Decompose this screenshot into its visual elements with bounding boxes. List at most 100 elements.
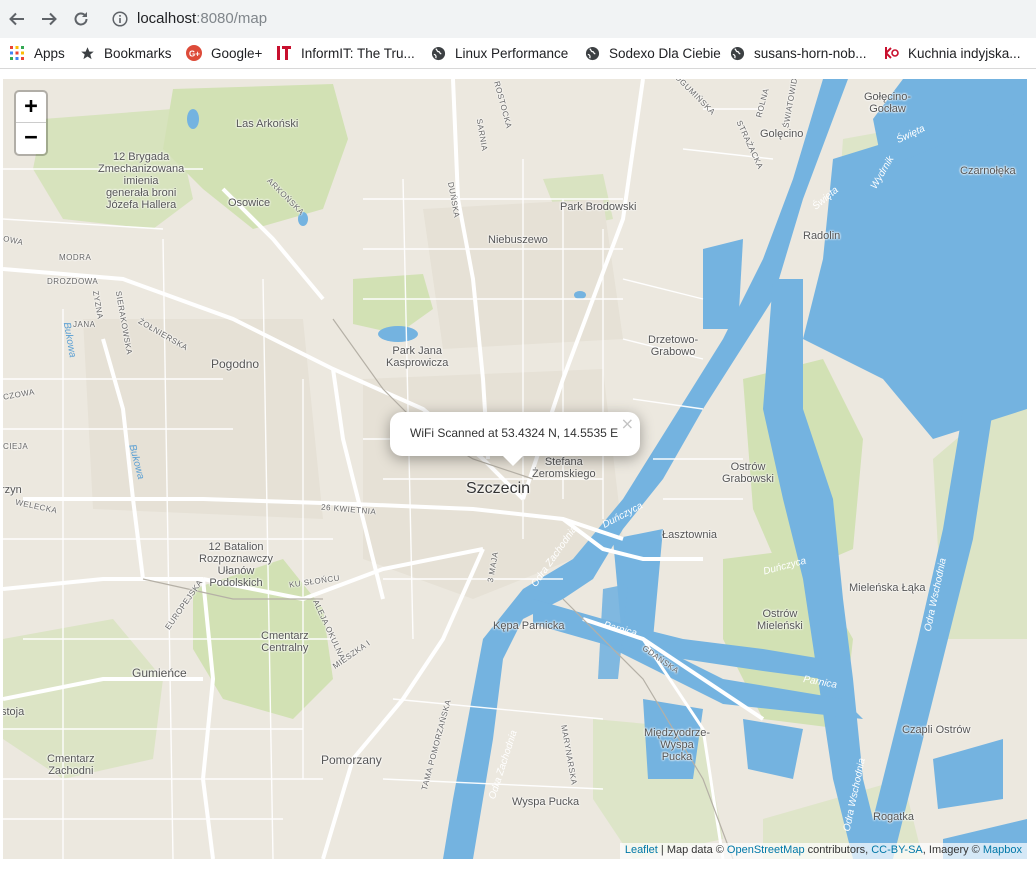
informit-icon xyxy=(276,45,292,61)
place-label-line: Międzyodrze- xyxy=(644,727,711,739)
forward-button[interactable] xyxy=(38,8,60,30)
apps-grid-icon xyxy=(9,45,25,61)
bookmark-label: InformIT: The Tru... xyxy=(301,45,415,61)
url-path: :8080/map xyxy=(196,10,268,27)
place-label-line: Kasprowicza xyxy=(386,357,449,369)
globe-icon xyxy=(729,45,745,61)
street-label: MODRA xyxy=(59,253,92,262)
place-label-line: Zachodni xyxy=(48,765,94,777)
svg-text:G+: G+ xyxy=(189,50,200,59)
browser-toolbar: localhost:8080/map xyxy=(0,0,1036,38)
attribution-text: | Map data © xyxy=(657,844,727,856)
bookmark-informit[interactable]: InformIT: The Tru... xyxy=(276,44,415,62)
zoom-in-button[interactable]: + xyxy=(16,92,46,123)
place-label: Gumieńce xyxy=(132,666,187,680)
street-label: JANA xyxy=(73,320,96,329)
reload-icon xyxy=(74,12,88,26)
zoom-out-button[interactable]: − xyxy=(16,123,46,153)
address-bar[interactable]: localhost:8080/map xyxy=(100,3,1030,35)
place-label-line: Żeromskiego xyxy=(532,468,596,480)
place-label: rzyn xyxy=(3,484,22,496)
place-label-line: 12 Brygada xyxy=(112,151,170,163)
place-label-line: Ostrów xyxy=(762,608,798,620)
attribution-text: , Imagery © xyxy=(922,844,983,856)
place-label-line: Podolskich xyxy=(209,577,263,589)
bookmark-google-plus[interactable]: G+ Google+ xyxy=(186,44,262,62)
place-label-line: Stefana xyxy=(544,456,583,468)
leaflet-link[interactable]: Leaflet xyxy=(625,844,658,856)
attribution-text: contributors, xyxy=(804,844,872,856)
bookmark-label: Google+ xyxy=(211,45,263,61)
place-label: Czarnołęka xyxy=(960,165,1016,177)
place-label: Ostrów Mieleński xyxy=(757,608,803,632)
mapbox-link[interactable]: Mapbox xyxy=(983,844,1022,856)
place-label: Las Arkoński xyxy=(236,118,299,130)
place-label: Pomorzany xyxy=(321,753,382,767)
place-label: Łasztownia xyxy=(662,529,718,541)
info-icon[interactable] xyxy=(112,11,128,27)
place-label: Park Brodowski xyxy=(560,201,637,213)
bookmark-label: Sodexo Dla Ciebie xyxy=(609,45,721,61)
globe-icon xyxy=(584,45,600,61)
place-label-line: Pucka xyxy=(661,751,693,763)
bookmark-linux-performance[interactable]: Linux Performance xyxy=(430,44,568,62)
openstreetmap-link[interactable]: OpenStreetMap xyxy=(727,844,805,856)
kuchnia-icon xyxy=(883,45,899,61)
globe-icon xyxy=(430,45,446,61)
place-label-line: Józefa Hallera xyxy=(105,199,177,211)
street-label: DROZDOWA xyxy=(47,277,99,286)
bookmark-label: Linux Performance xyxy=(455,45,569,61)
place-label: Niebuszewo xyxy=(488,234,548,246)
place-label: Wyspa Pucka xyxy=(512,796,580,808)
place-label: Cmentarz Centralny xyxy=(261,630,309,654)
map-container[interactable]: Szczecin Las Arkoński 12 Brygada Zmechan… xyxy=(3,79,1027,859)
place-label-line: Wyspa xyxy=(660,739,694,751)
bookmark-susans-horn[interactable]: susans-horn-nob... xyxy=(729,44,867,62)
arrow-left-icon xyxy=(9,12,24,26)
browser-window: localhost:8080/map Apps Bookmarks G+ Goo… xyxy=(0,0,1036,877)
place-label: Stefana Żeromskiego xyxy=(532,456,596,480)
place-label-line: Grabowo xyxy=(650,346,696,358)
place-label: Mieleńska Łąka xyxy=(849,582,926,594)
zoom-control: + − xyxy=(14,90,48,156)
bookmark-apps[interactable]: Apps xyxy=(9,44,65,62)
place-label: Cmentarz Zachodni xyxy=(47,753,95,777)
reload-button[interactable] xyxy=(70,8,92,30)
url-text: localhost:8080/map xyxy=(137,10,267,27)
bookmark-sodexo[interactable]: Sodexo Dla Ciebie xyxy=(584,44,721,62)
place-label: Rogatka xyxy=(873,811,914,823)
popup-content: WiFi Scanned at 53.4324 N, 14.5535 E xyxy=(410,426,619,440)
bookmark-kuchnia[interactable]: Kuchnia indyjska... xyxy=(883,44,1021,62)
place-label: Międzyodrze- Wyspa Pucka xyxy=(644,727,710,763)
place-label-line: Drzetowo- xyxy=(648,334,699,346)
place-label: Park Jana Kasprowicza xyxy=(386,345,448,369)
back-button[interactable] xyxy=(6,8,28,30)
bookmark-label: susans-horn-nob... xyxy=(754,45,867,61)
place-label: 12 Brygada Zmechanizowana imienia genera… xyxy=(98,151,184,211)
place-label-line: Zmechanizowana xyxy=(98,163,185,175)
wifi-popup: WiFi Scanned at 53.4324 N, 14.5535 E × xyxy=(390,412,640,466)
google-plus-icon: G+ xyxy=(186,45,202,61)
bookmark-bookmarks[interactable]: Bookmarks xyxy=(79,44,172,62)
place-label: Pogodno xyxy=(211,357,260,371)
place-label-line: Centralny xyxy=(261,642,309,654)
place-label-line: Ostrów xyxy=(730,461,766,473)
popup-close-button[interactable]: × xyxy=(621,414,634,433)
place-label-line: Gołęcino- xyxy=(864,91,912,103)
place-label: Osowice xyxy=(228,197,271,209)
map-attribution: Leaflet | Map data © OpenStreetMap contr… xyxy=(619,843,1027,859)
place-label-line: 12 Batalion xyxy=(208,541,264,553)
place-label: Gołęcino- Gocław xyxy=(864,91,911,115)
place-label-line: Grabowski xyxy=(722,473,774,485)
city-label: Szczecin xyxy=(466,480,531,497)
bookmark-label: Kuchnia indyjska... xyxy=(908,45,1021,61)
place-label-line: Mieleński xyxy=(757,620,803,632)
place-label: stoja xyxy=(3,706,25,718)
place-label: 12 Batalion Rozpoznawczy Ułanów Podolski… xyxy=(199,541,273,589)
license-link[interactable]: CC-BY-SA xyxy=(871,844,923,856)
place-label-line: imienia xyxy=(123,175,159,187)
star-icon xyxy=(79,45,95,61)
place-label: Golęcino xyxy=(760,128,804,140)
place-label-line: Gocław xyxy=(869,103,906,115)
place-label-line: generała broni xyxy=(105,187,177,199)
